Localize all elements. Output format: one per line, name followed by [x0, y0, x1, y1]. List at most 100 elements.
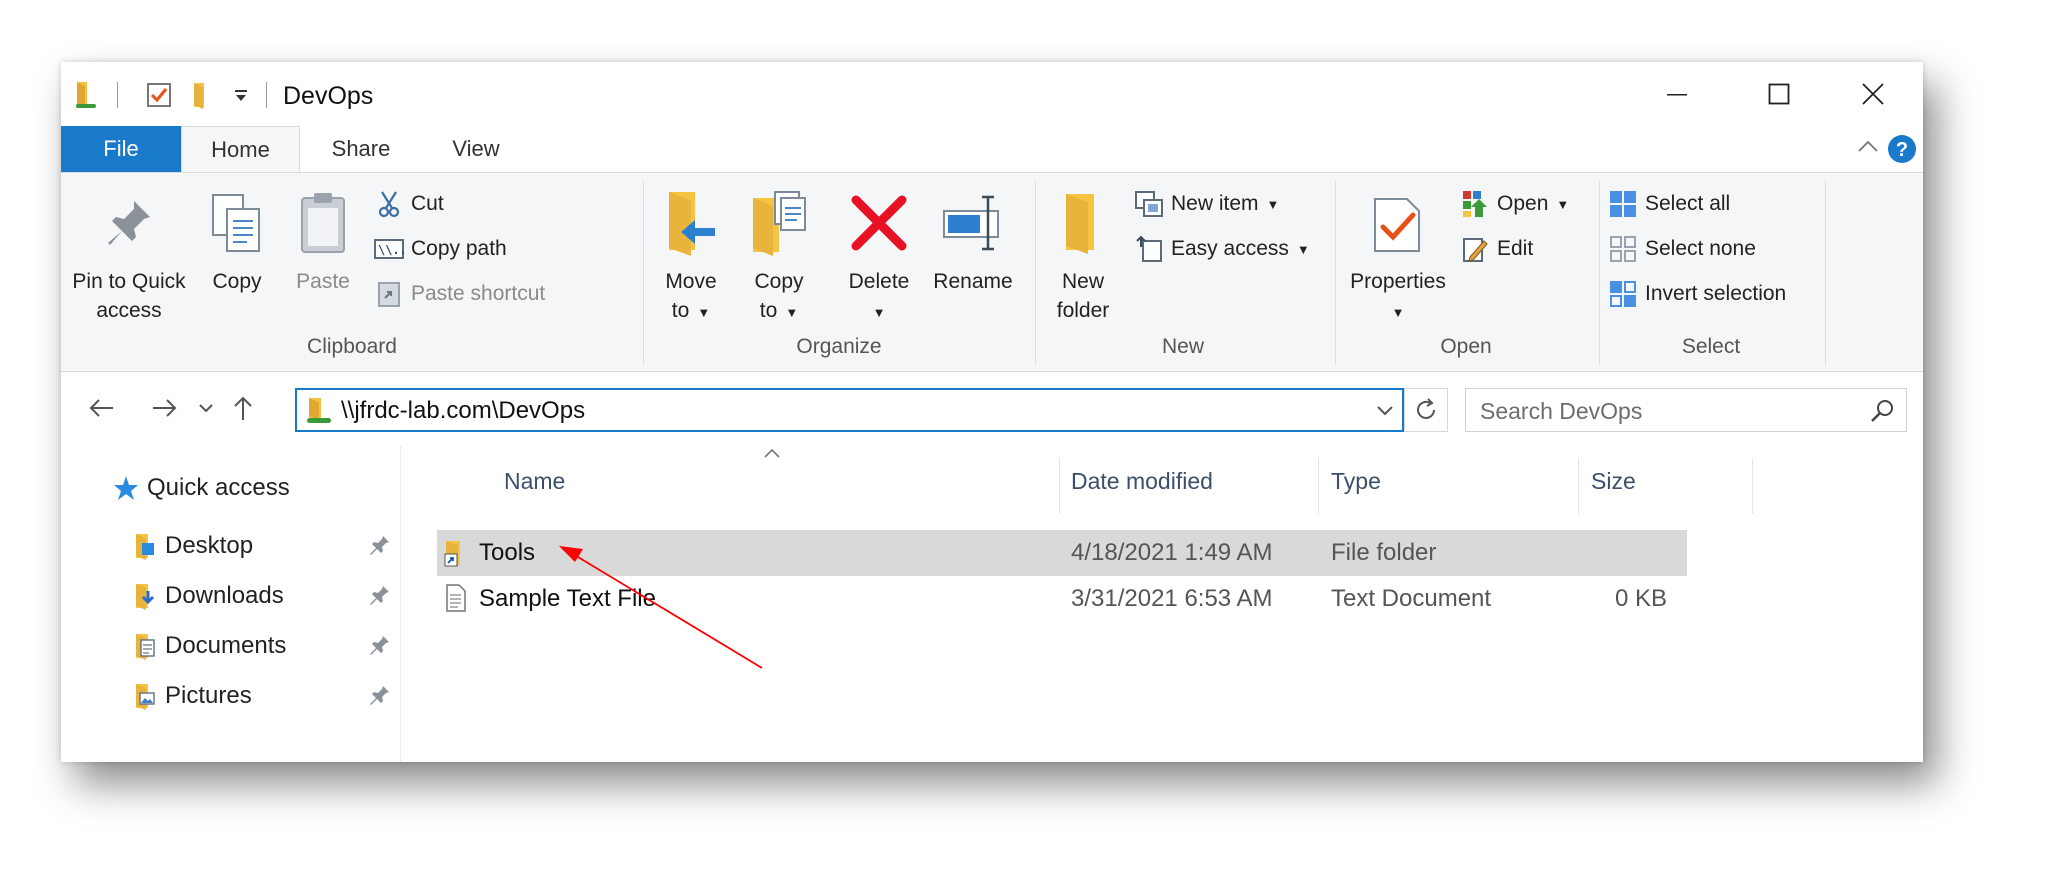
select-group-label: Select [1681, 335, 1741, 358]
address-dropdown-chevron-icon[interactable] [1376, 400, 1394, 421]
copy-label: Copy [212, 270, 262, 293]
close-button[interactable] [1823, 62, 1923, 126]
new-folder-label-line2: folder [1056, 299, 1110, 322]
maximize-button[interactable] [1729, 62, 1829, 126]
select-all-label: Select all [1645, 192, 1731, 215]
tab-view[interactable]: View [421, 126, 531, 172]
table-row[interactable]: Sample Text File 3/31/2021 6:53 AM Text … [437, 576, 1687, 622]
open-label: Open [1497, 192, 1549, 215]
copy-path-label: Copy path [411, 237, 507, 260]
collapse-ribbon-icon[interactable] [1857, 138, 1879, 159]
pin-to-quick-access-button[interactable]: Pin to Quick access [67, 179, 191, 325]
new-folder-icon [1045, 179, 1121, 267]
tab-file[interactable]: File [61, 126, 181, 172]
table-row[interactable]: Tools 4/18/2021 1:49 AM File folder [437, 530, 1687, 576]
quick-access-item[interactable]: Quick access [113, 474, 290, 502]
new-folder-label-line1: New [1061, 270, 1104, 293]
network-folder-icon [305, 396, 333, 431]
pin-label-line1: Pin to Quick [72, 270, 186, 293]
new-item-label: New item [1171, 192, 1259, 215]
paste-button[interactable]: Paste [287, 179, 359, 296]
paste-shortcut-button[interactable]: Paste shortcut [373, 277, 545, 311]
rename-icon [925, 179, 1021, 267]
select-none-icon [1607, 234, 1639, 264]
copy-to-label: Copy [754, 270, 804, 293]
row-name: Sample Text File [479, 585, 656, 612]
new-item-button[interactable]: New item ▼ [1133, 187, 1279, 221]
edit-button[interactable]: Edit [1459, 232, 1533, 266]
select-none-button[interactable]: Select none [1607, 232, 1756, 266]
rename-label: Rename [933, 270, 1013, 293]
delete-dropdown-caret[interactable]: ▼ [835, 296, 923, 327]
star-icon [113, 475, 139, 501]
copy-path-button[interactable]: \\.. Copy path [373, 232, 507, 266]
search-box[interactable]: Search DevOps [1465, 388, 1907, 432]
move-to-button[interactable]: Move to ▼ [653, 179, 729, 327]
minimize-button[interactable] [1627, 62, 1727, 126]
properties-dropdown-caret[interactable]: ▼ [1343, 296, 1453, 327]
easy-access-button[interactable]: Easy access ▼ [1133, 232, 1310, 266]
explorer-window: DevOps File Home Share View ? Pin to Qui… [61, 62, 1923, 762]
invert-selection-button[interactable]: Invert selection [1607, 277, 1786, 311]
move-to-label: Move [665, 270, 717, 293]
refresh-button[interactable] [1404, 388, 1448, 432]
documents-folder-icon [133, 631, 157, 661]
pin-icon[interactable] [369, 634, 391, 663]
desktop-folder-icon [133, 531, 157, 561]
forward-arrow-icon[interactable] [145, 388, 185, 428]
easy-access-icon [1133, 234, 1165, 264]
select-all-icon [1607, 189, 1639, 219]
new-item-icon [1133, 189, 1165, 219]
search-placeholder: Search DevOps [1480, 398, 1643, 424]
select-all-button[interactable]: Select all [1607, 187, 1730, 221]
help-icon[interactable]: ? [1887, 134, 1917, 169]
up-arrow-icon[interactable] [223, 388, 263, 428]
new-folder-button[interactable]: New folder [1045, 179, 1121, 325]
copy-to-icon [741, 179, 817, 267]
cut-label: Cut [411, 192, 444, 215]
recent-locations-chevron-icon[interactable] [191, 388, 221, 428]
column-header-type[interactable]: Type [1331, 468, 1381, 495]
row-type: File folder [1331, 539, 1437, 566]
open-group-label: Open [1440, 335, 1492, 358]
new-group-label: New [1161, 335, 1204, 358]
row-type: Text Document [1331, 585, 1492, 612]
open-button[interactable]: Open ▼ [1459, 187, 1569, 221]
tab-home[interactable]: Home [181, 126, 300, 172]
address-bar[interactable]: \\jfrdc-lab.com\DevOps [295, 388, 1404, 432]
rename-button[interactable]: Rename [925, 179, 1021, 296]
copy-to-button[interactable]: Copy to ▼ [741, 179, 817, 327]
cut-button[interactable]: Cut [373, 187, 444, 221]
nav-item-desktop[interactable]: Desktop [133, 528, 399, 564]
column-header-name[interactable]: Name [504, 468, 565, 495]
back-arrow-icon[interactable] [81, 388, 121, 428]
pin-icon[interactable] [369, 584, 391, 613]
customize-quick-access-icon[interactable] [233, 80, 249, 110]
title-bar: DevOps [61, 62, 1923, 126]
new-folder-quick-icon[interactable] [191, 80, 215, 110]
search-icon[interactable] [1870, 398, 1896, 429]
pin-icon[interactable] [369, 684, 391, 713]
window-title: DevOps [283, 82, 374, 110]
ribbon: Pin to Quick access Copy Paste Cut \\.. [61, 172, 1923, 372]
app-folder-icon[interactable] [73, 80, 99, 110]
pictures-folder-icon [133, 681, 157, 711]
nav-item-downloads[interactable]: Downloads [133, 578, 399, 614]
tab-share[interactable]: Share [301, 126, 421, 172]
copy-icon [201, 179, 273, 267]
copy-button[interactable]: Copy [201, 179, 273, 296]
refresh-icon [1417, 398, 1435, 419]
move-to-icon [653, 179, 729, 267]
properties-button[interactable]: Properties ▼ [1343, 179, 1453, 327]
edit-pencil-icon [1459, 234, 1491, 264]
column-header-size[interactable]: Size [1591, 468, 1636, 495]
pin-icon[interactable] [369, 534, 391, 563]
properties-quick-icon[interactable] [145, 80, 173, 110]
nav-item-pictures[interactable]: Pictures [133, 678, 399, 714]
nav-item-documents[interactable]: Documents [133, 628, 399, 664]
invert-selection-icon [1607, 279, 1639, 309]
row-name: Tools [479, 539, 536, 566]
delete-button[interactable]: Delete ▼ [835, 179, 923, 327]
delete-label: Delete [848, 270, 910, 293]
column-header-date-modified[interactable]: Date modified [1071, 468, 1213, 495]
